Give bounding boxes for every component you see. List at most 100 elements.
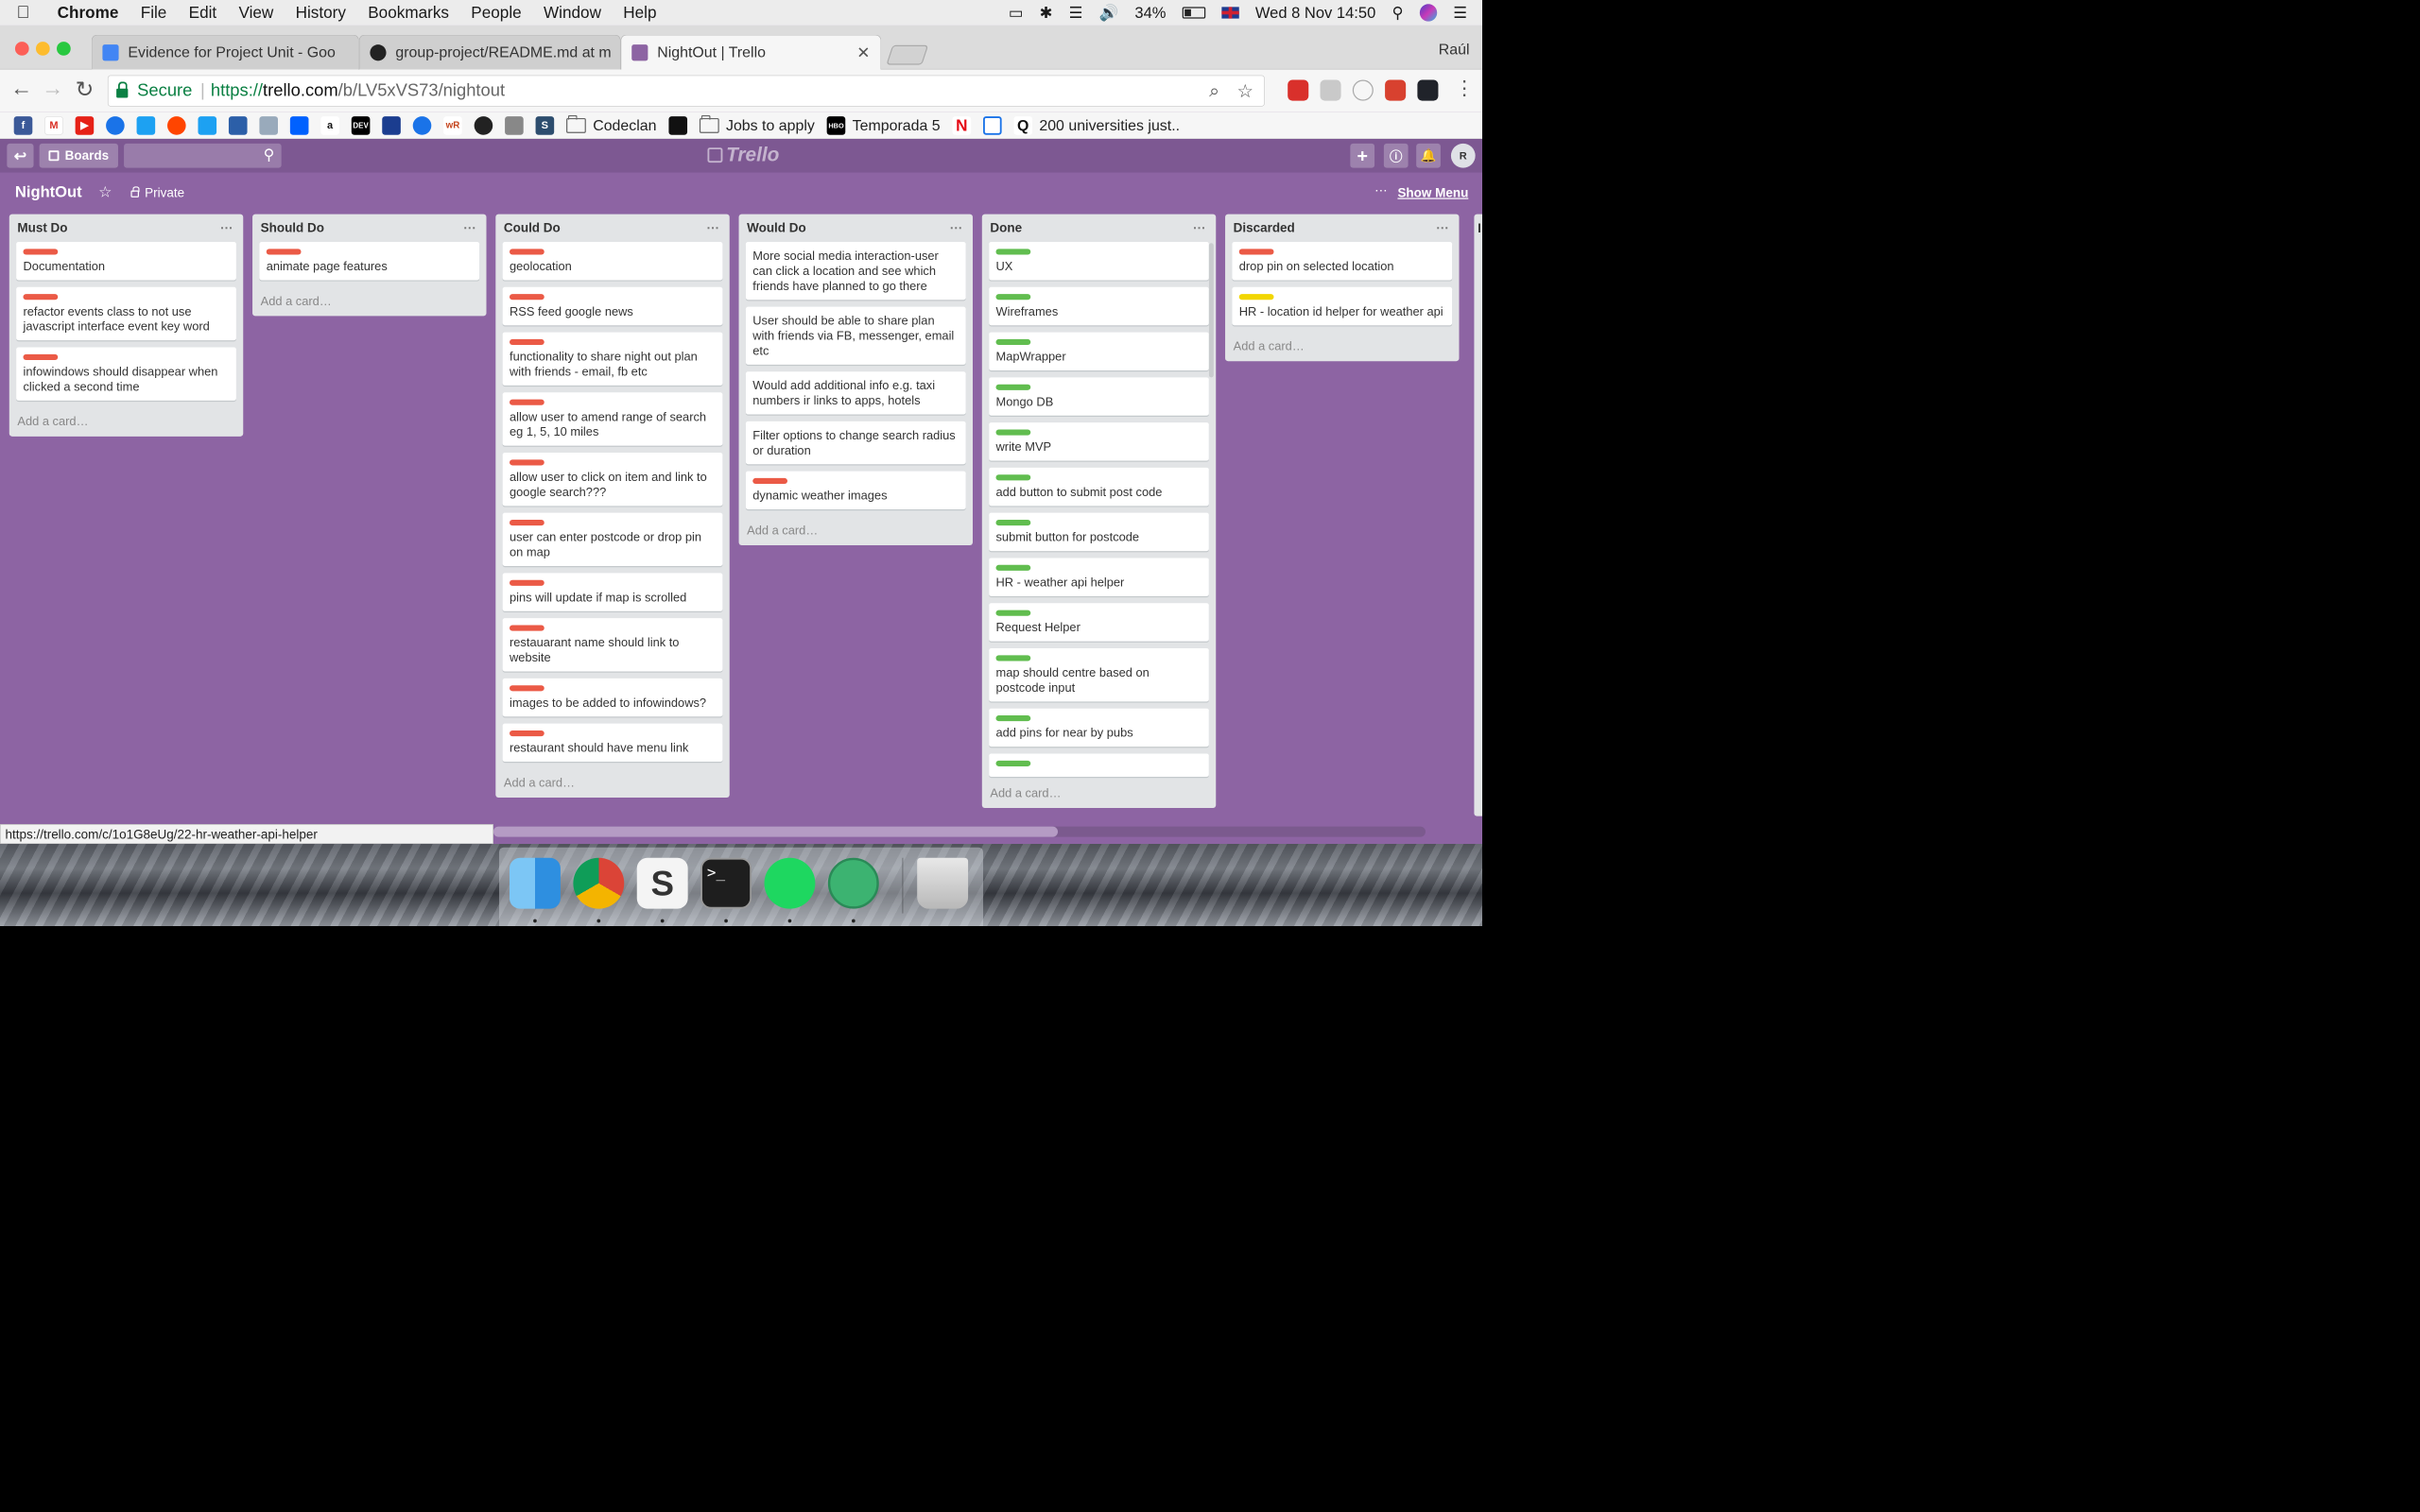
bookmark-folder-codeclan[interactable]: Codeclan bbox=[566, 114, 656, 134]
list-title[interactable]: Must Do bbox=[17, 220, 67, 235]
gmail-icon[interactable]: M bbox=[44, 115, 63, 135]
atom-icon[interactable] bbox=[827, 857, 879, 909]
react-devtools-icon[interactable] bbox=[1417, 79, 1439, 101]
card[interactable]: pins will update if map is scrolled bbox=[502, 573, 723, 611]
chrome-menu-icon[interactable]: ⋮ bbox=[1455, 77, 1475, 100]
add-card-button[interactable]: Add a card… bbox=[989, 779, 1209, 808]
notifications-bell-icon[interactable]: 🔔 bbox=[1416, 143, 1441, 168]
card[interactable]: Filter options to change search radius o… bbox=[745, 421, 966, 465]
card[interactable]: RSS feed google news bbox=[502, 286, 723, 326]
card[interactable]: HR - location id helper for weather api bbox=[1232, 286, 1453, 326]
spotlight-search-icon[interactable]: ⚲ bbox=[1392, 4, 1403, 22]
twitter-icon[interactable] bbox=[198, 115, 217, 135]
list-partial[interactable]: I bbox=[1474, 214, 1482, 816]
address-bar[interactable]: Secure | https:// trello.com /b/LV5xVS73… bbox=[107, 75, 1265, 107]
card[interactable]: dynamic weather images bbox=[745, 471, 966, 509]
zoom-icon[interactable]: ⌕ bbox=[1209, 80, 1219, 102]
card[interactable]: restauarant name should link to website bbox=[502, 618, 723, 672]
tab-google-doc[interactable]: Evidence for Project Unit - Goo bbox=[91, 34, 359, 70]
menu-window[interactable]: Window bbox=[532, 4, 612, 23]
list-header[interactable]: Done ⋯ bbox=[989, 215, 1209, 242]
list-title[interactable]: Discarded bbox=[1234, 220, 1295, 235]
menu-view[interactable]: View bbox=[228, 4, 285, 23]
forward-arrow-icon[interactable]: → bbox=[42, 77, 63, 101]
list-header[interactable]: Must Do ⋯ bbox=[16, 215, 236, 242]
card[interactable]: images to be added to infowindows? bbox=[502, 678, 723, 717]
card[interactable]: write MVP bbox=[989, 422, 1209, 461]
card[interactable]: Documentation bbox=[16, 242, 236, 281]
bookmark-icon[interactable] bbox=[228, 115, 248, 135]
close-window-icon[interactable] bbox=[14, 42, 29, 56]
card[interactable]: add pins for near by pubs bbox=[989, 708, 1209, 747]
add-card-button[interactable]: Add a card… bbox=[1232, 333, 1452, 362]
card[interactable]: Mongo DB bbox=[989, 377, 1209, 416]
clock[interactable]: Wed 8 Nov 14:50 bbox=[1255, 4, 1375, 22]
youtube-icon[interactable]: ▶ bbox=[75, 115, 95, 135]
more-icon[interactable]: ⋯ bbox=[1374, 183, 1387, 198]
list-title[interactable]: Would Do bbox=[747, 220, 806, 235]
tab-github[interactable]: group-project/README.md at m bbox=[358, 34, 621, 70]
list-could-do[interactable]: Could Do ⋯ geolocation RSS feed google news… bbox=[495, 214, 730, 799]
list-menu-icon[interactable]: ⋯ bbox=[1436, 220, 1452, 235]
card[interactable]: drop pin on selected location bbox=[1232, 242, 1453, 281]
amazon-icon[interactable]: a bbox=[320, 115, 339, 135]
list-menu-icon[interactable]: ⋯ bbox=[1193, 220, 1209, 235]
reload-icon[interactable]: ↻ bbox=[76, 77, 95, 103]
boards-button[interactable]: Boards bbox=[39, 143, 118, 168]
card[interactable]: allow user to click on item and link to … bbox=[502, 452, 723, 507]
bookmark-folder-jobs[interactable]: Jobs to apply bbox=[699, 114, 815, 134]
list-title[interactable]: Done bbox=[990, 220, 1022, 235]
list-should-do[interactable]: Should Do ⋯ animate page features Add a car… bbox=[252, 214, 487, 317]
bookmark-star-icon[interactable]: ☆ bbox=[1236, 80, 1253, 102]
new-tab-button[interactable] bbox=[886, 44, 929, 65]
adblock-extension-icon[interactable] bbox=[1288, 79, 1309, 101]
bookmark-icon[interactable] bbox=[412, 115, 432, 135]
wifi-icon[interactable]: ☰ bbox=[1069, 4, 1083, 22]
card[interactable]: MapWrapper bbox=[989, 332, 1209, 370]
facebook-icon[interactable]: f bbox=[13, 115, 33, 135]
add-icon[interactable]: + bbox=[1350, 143, 1375, 168]
bookmark-icon[interactable] bbox=[259, 115, 278, 135]
search-input[interactable]: ⚲ bbox=[124, 143, 282, 168]
list-menu-icon[interactable]: ⋯ bbox=[706, 220, 722, 235]
dropbox-icon[interactable] bbox=[289, 115, 309, 135]
terminal-icon[interactable]: >_ bbox=[700, 857, 752, 909]
list-done[interactable]: Done ⋯ UX Wireframes MapWrapper Mongo DB write… bbox=[981, 214, 1217, 809]
card[interactable]: User should be able to share plan with f… bbox=[745, 306, 966, 365]
list-menu-icon[interactable]: ⋯ bbox=[463, 220, 479, 235]
card[interactable]: functionality to share night out plan wi… bbox=[502, 332, 723, 386]
menu-help[interactable]: Help bbox=[613, 4, 668, 23]
bookmark-temporada[interactable]: HBO Temporada 5 bbox=[826, 115, 941, 135]
show-menu-link[interactable]: Show Menu bbox=[1397, 185, 1468, 200]
board-title[interactable]: NightOut bbox=[15, 183, 82, 201]
visibility-button[interactable]: Private bbox=[130, 185, 184, 200]
card[interactable]: geolocation bbox=[502, 242, 723, 281]
chrome-icon[interactable] bbox=[573, 857, 625, 909]
twitter-icon[interactable] bbox=[136, 115, 156, 135]
scrollbar-thumb[interactable] bbox=[493, 826, 1059, 837]
board-horizontal-scrollbar[interactable] bbox=[493, 826, 1426, 837]
list-must-do[interactable]: Must Do ⋯ Documentation refactor events cla… bbox=[9, 214, 244, 437]
list-header[interactable]: Should Do ⋯ bbox=[259, 215, 479, 242]
card[interactable]: UX bbox=[989, 242, 1209, 281]
list-header[interactable]: Would Do ⋯ bbox=[746, 215, 966, 242]
back-arrow-icon[interactable]: ← bbox=[10, 77, 32, 101]
list-menu-icon[interactable]: ⋯ bbox=[220, 220, 236, 235]
card[interactable]: add button to submit post code bbox=[989, 467, 1209, 507]
notification-center-icon[interactable]: ☰ bbox=[1453, 4, 1467, 22]
battery-icon[interactable] bbox=[1182, 7, 1206, 19]
info-icon[interactable]: ⓘ bbox=[1383, 143, 1409, 168]
input-source-flag-icon[interactable] bbox=[1221, 7, 1239, 19]
bookmark-icon[interactable] bbox=[474, 115, 493, 135]
bookmark-icon[interactable] bbox=[982, 115, 1002, 135]
card[interactable]: More social media interaction-user can c… bbox=[745, 242, 966, 301]
add-card-button[interactable]: Add a card… bbox=[259, 287, 479, 317]
list-title[interactable]: Should Do bbox=[261, 220, 324, 235]
card[interactable]: user can enter postcode or drop pin on m… bbox=[502, 512, 723, 567]
card[interactable]: Wireframes bbox=[989, 286, 1209, 326]
trash-icon[interactable] bbox=[917, 857, 969, 909]
list-header[interactable]: Discarded ⋯ bbox=[1232, 215, 1452, 242]
minimize-window-icon[interactable] bbox=[35, 42, 50, 56]
list-menu-icon[interactable]: ⋯ bbox=[950, 220, 966, 235]
tab-trello[interactable]: NightOut | Trello ✕ bbox=[620, 34, 882, 70]
